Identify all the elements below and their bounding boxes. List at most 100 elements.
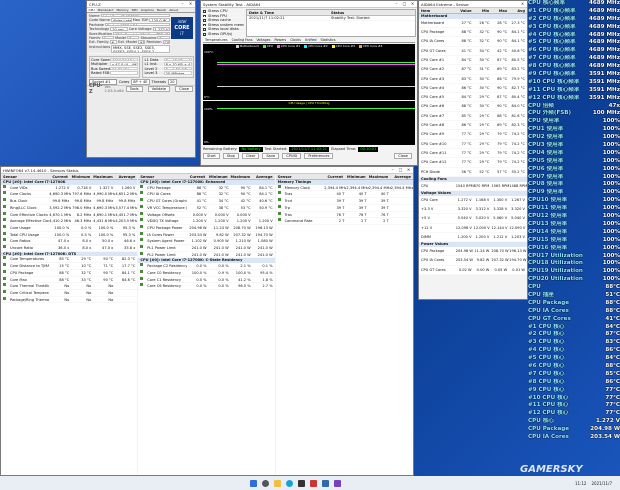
table-row[interactable]: Core Max 88 °C 33 °C 90 °C 84.6 °C: [1, 276, 138, 284]
col-value[interactable]: Value: [456, 8, 474, 13]
table-row[interactable]: CPU Package 204.98 W 11.24 W 208.70 W 196.13…: [419, 247, 527, 257]
col-sensor[interactable]: Sensor: [138, 174, 184, 179]
aida64-sensor-window[interactable]: AIDA64 Extreme - Sensor × Item Value Min Max…: [418, 0, 528, 300]
checkbox[interactable]: [203, 23, 206, 27]
table-row[interactable]: IA Cores Power 203.54 W 9.82 W 207.32 W 194.…: [138, 231, 275, 239]
col-avg[interactable]: Avg: [509, 8, 527, 13]
table-row[interactable]: CPU IA Cores 88 °C 32 °C 90 °C 84.1 °C: [138, 191, 275, 199]
hwinfo-task-icon[interactable]: [322, 479, 329, 487]
table-row[interactable]: CPU GT Cores (Graphics) 41 °C 34 °C 42 °C 40…: [138, 198, 275, 205]
table-row[interactable]: VDDQ TX Voltage 1.200 V 1.200 V 1.200 V 1.20…: [138, 218, 275, 225]
tab-mainboard[interactable]: Mainboard: [96, 8, 115, 12]
checkbox[interactable]: [203, 28, 206, 32]
table-row[interactable]: Core Effective Clocks 4,670.1 MHz 8.2 MHz 4…: [1, 211, 138, 219]
preferences-button[interactable]: Preferences: [304, 153, 334, 159]
table-row[interactable]: CPU Core #11 77 °C 29 °C 79 °C 74.2 °C: [419, 149, 527, 159]
table-row[interactable]: Core Distance to TjMAX 15 °C 10 °C 71 °C 17.…: [1, 263, 138, 270]
start-button[interactable]: Start: [203, 153, 220, 159]
table-row[interactable]: PCH Diode 56 °C 52 °C 57 °C 55.2 °C: [419, 168, 527, 177]
table-row[interactable]: Average Effective Clock 4,410.2 MHz 46.3 M…: [1, 218, 138, 225]
tab-memory[interactable]: Memory: [115, 8, 130, 12]
tab-voltages[interactable]: Voltages: [254, 38, 272, 42]
table-row[interactable]: Trcd 39 T 39 T 39 T: [275, 198, 413, 205]
hwinfo-titlebar[interactable]: HWiNFO64 v7.14-4610 - Sensors Status – □ ×: [1, 167, 413, 174]
stop-button[interactable]: Stop: [222, 153, 239, 159]
maximize-icon[interactable]: □: [402, 1, 407, 7]
maximize-icon[interactable]: □: [398, 167, 403, 173]
table-row[interactable]: PL2 Power Limit 241.0 W 241.0 W 241.0 W 241.…: [138, 251, 275, 259]
aida-titlebar[interactable]: AIDA64 Extreme - Sensor ×: [419, 1, 527, 8]
table-row[interactable]: Voltage Offsets 0.000 V 0.000 V 0.000 V: [138, 211, 275, 219]
table-row[interactable]: CPU Package 88 °C 32 °C 90 °C 84.1 °C: [138, 184, 275, 192]
table-row[interactable]: Tcas 40 T 40 T 40 T: [275, 191, 413, 199]
col-maximum[interactable]: Maximum: [230, 174, 252, 179]
col-average[interactable]: Average: [115, 174, 137, 179]
table-row[interactable]: Trp 39 T 39 T 39 T: [275, 204, 413, 212]
table-row[interactable]: CPU Core #12 77 °C 29 °C 79 °C 74.2 °C: [419, 158, 527, 168]
table-row[interactable]: CPU Core #10 77 °C 29 °C 79 °C 74.2 °C: [419, 140, 527, 149]
table-row[interactable]: Package/Ring Thermal Throttling No No No: [1, 296, 138, 304]
table-row[interactable]: Command Rate 2 T 2 T 2 T: [275, 218, 413, 225]
col-minimum[interactable]: Minimum: [70, 174, 92, 179]
table-row[interactable]: CPU Core #8 86 °C 29 °C 89 °C 82.3 °C: [419, 121, 527, 131]
table-row[interactable]: CPU Core #6 88 °C 30 °C 90 °C 84.0 °C: [419, 102, 527, 112]
col-current[interactable]: Current: [322, 174, 345, 179]
minimize-icon[interactable]: –: [180, 1, 185, 7]
col-min[interactable]: Min: [474, 8, 492, 13]
table-row[interactable]: Core Ratios 47.0 x 8.0 x 50.0 x 46.6 x: [1, 238, 138, 245]
sst-titlebar[interactable]: System Stability Test - AIDA64 – □ ×: [201, 1, 417, 8]
table-row[interactable]: Core Usage 100.0 % 0.0 % 100.0 % 95.3 %: [1, 224, 138, 232]
tools-button[interactable]: Tools: [125, 85, 143, 92]
col-item[interactable]: Item: [419, 8, 456, 13]
table-row[interactable]: CPU GT Cores 0.02 W 0.00 W 0.05 W 0.01 W: [419, 266, 527, 275]
clear-button[interactable]: Clear: [241, 153, 260, 159]
aida-task-icon[interactable]: [310, 479, 317, 487]
explorer-icon[interactable]: [274, 479, 281, 487]
table-row[interactable]: CPU IA Cores 203.54 W 9.82 W 207.32 W 194.70…: [419, 256, 527, 266]
minimize-icon[interactable]: –: [390, 167, 395, 173]
tab-bench[interactable]: Bench: [155, 8, 167, 12]
table-row[interactable]: DIMM 1.200 V 1.200 V 1.212 V 1.203 V: [419, 233, 527, 243]
start-icon[interactable]: [250, 479, 257, 487]
table-row[interactable]: CPU IA Cores 88 °C 32 °C 90 °C 84.1 °C: [419, 37, 527, 47]
col-average[interactable]: Average: [390, 174, 413, 179]
table-row[interactable]: Motherboard 27 °C 26 °C 28 °C 27.3 °C: [419, 19, 527, 29]
table-row[interactable]: +3.3 V 3.320 V 3.312 V 3.328 V 3.320 V: [419, 205, 527, 215]
close-button[interactable]: Close: [175, 85, 193, 92]
tab-spd[interactable]: SPD: [130, 8, 139, 12]
validate-button[interactable]: Validate: [147, 85, 171, 92]
tab-about[interactable]: About: [168, 8, 180, 12]
tab-powers[interactable]: Powers: [273, 38, 289, 42]
table-row[interactable]: CPU Core 1.272 V 1.168 V 1.300 V 1.267 V: [419, 196, 527, 206]
table-row[interactable]: CPU Core #1 84 °C 30 °C 87 °C 80.5 °C: [419, 56, 527, 66]
col-minimum[interactable]: Minimum: [345, 174, 368, 179]
close-icon[interactable]: ×: [406, 167, 411, 173]
table-row[interactable]: CPU Core #5 84 °C 29 °C 87 °C 80.4 °C: [419, 93, 527, 103]
table-row[interactable]: CPU GT Cores 41 °C 34 °C 42 °C 40.6 °C: [419, 47, 527, 56]
tab-graphics[interactable]: Graphics: [139, 8, 155, 12]
cpuz-task-icon[interactable]: [334, 479, 341, 487]
checkbox[interactable]: [203, 32, 206, 36]
table-row[interactable]: Total CPU Usage 100.0 % 0.5 % 100.0 % 95.3 %: [1, 231, 138, 239]
table-row[interactable]: Core C0 Residency 100.0 % 0.9 % 100.0 % 95.4…: [138, 269, 275, 277]
tab-clocks[interactable]: Clocks: [288, 38, 303, 42]
tab-cooling-fans[interactable]: Cooling Fans: [230, 38, 255, 42]
cpuz-titlebar[interactable]: CPU-Z – ×: [87, 1, 195, 8]
col-average[interactable]: Average: [252, 174, 274, 179]
table-row[interactable]: CPU Package 88 °C 32 °C 90 °C 84.1 °C: [1, 269, 138, 277]
table-row[interactable]: Core C6 Residency 0.0 % 0.0 % 96.5 % 2.7 %: [138, 283, 275, 290]
table-row[interactable]: Bus Clock 99.8 MHz 99.8 MHz 99.8 MHz 99.8 MH…: [1, 198, 138, 205]
store-icon[interactable]: [298, 479, 305, 487]
close-icon[interactable]: ×: [520, 1, 525, 7]
table-row[interactable]: Ring/LLC Clock 3,592.2 MHz 798.0 MHz 4,690.…: [1, 204, 138, 212]
table-row[interactable]: Core Temperatures 85 °C 29 °C 90 °C 82.3 °C: [1, 256, 138, 264]
table-row[interactable]: CPU Core #3 83 °C 30 °C 86 °C 79.9 °C: [419, 75, 527, 84]
table-row[interactable]: Core Critical Temperature No No No: [1, 289, 138, 297]
table-row[interactable]: CPU Core #9 77 °C 29 °C 79 °C 74.2 °C: [419, 130, 527, 140]
col-sensor[interactable]: Sensor: [1, 174, 47, 179]
hwinfo-window[interactable]: HWiNFO64 v7.14-4610 - Sensors Status – □ × …: [0, 166, 414, 476]
table-row[interactable]: Core C1 Residency 0.0 % 0.0 % 41.2 % 1.8 %: [138, 276, 275, 284]
cpuz-window[interactable]: CPU-Z – × CPU Mainboard Memory SPD Graphics Ben…: [86, 0, 196, 158]
table-row[interactable]: Uncore Ratio 36.0 x 8.0 x 47.0 x 35.8 x: [1, 244, 138, 252]
col-maximum[interactable]: Maximum: [92, 174, 114, 179]
